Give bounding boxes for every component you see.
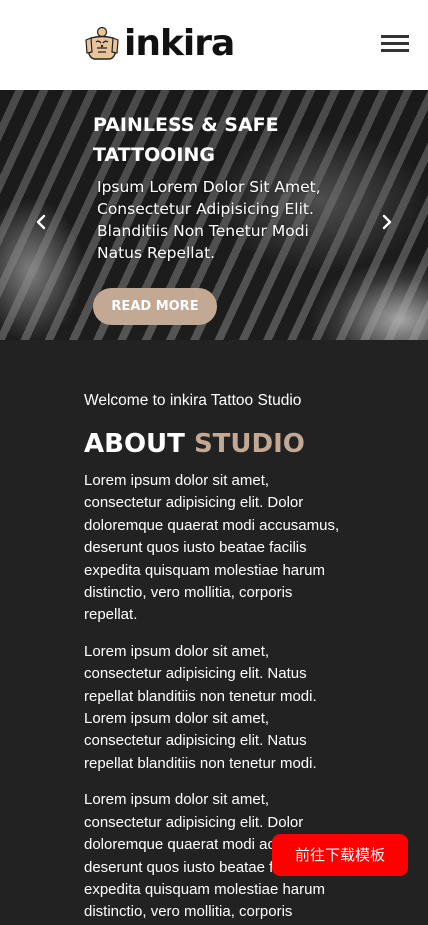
read-more-button[interactable]: READ MORE <box>93 288 217 325</box>
logo-text: inkira <box>124 23 235 64</box>
site-header: inkira <box>0 0 428 90</box>
chevron-right-icon[interactable] <box>378 208 398 236</box>
about-title-main: ABOUT <box>84 429 185 459</box>
tattooed-torso-icon <box>85 26 119 60</box>
about-title-accent: STUDIO <box>193 429 305 459</box>
chevron-left-icon[interactable] <box>30 208 50 236</box>
logo[interactable]: inkira <box>84 23 235 64</box>
download-template-button[interactable]: 前往下载模板 <box>272 834 408 876</box>
about-title: ABOUT STUDIO <box>84 427 349 461</box>
about-paragraph: Lorem ipsum dolor sit amet, consectetur … <box>84 642 317 772</box>
hero-text: Ipsum Lorem Dolor Sit Amet, Consectetur … <box>97 178 321 262</box>
welcome-text: Welcome to inkira Tattoo Studio <box>84 392 302 409</box>
hamburger-menu-icon[interactable] <box>381 35 411 55</box>
hero-slider: PAINLESS & SAFE TATTOOING Ipsum Lorem Do… <box>0 90 428 340</box>
hero-title: PAINLESS & SAFE TATTOOING <box>93 114 279 166</box>
about-paragraph: Lorem ipsum dolor sit amet, consectetur … <box>84 472 340 624</box>
